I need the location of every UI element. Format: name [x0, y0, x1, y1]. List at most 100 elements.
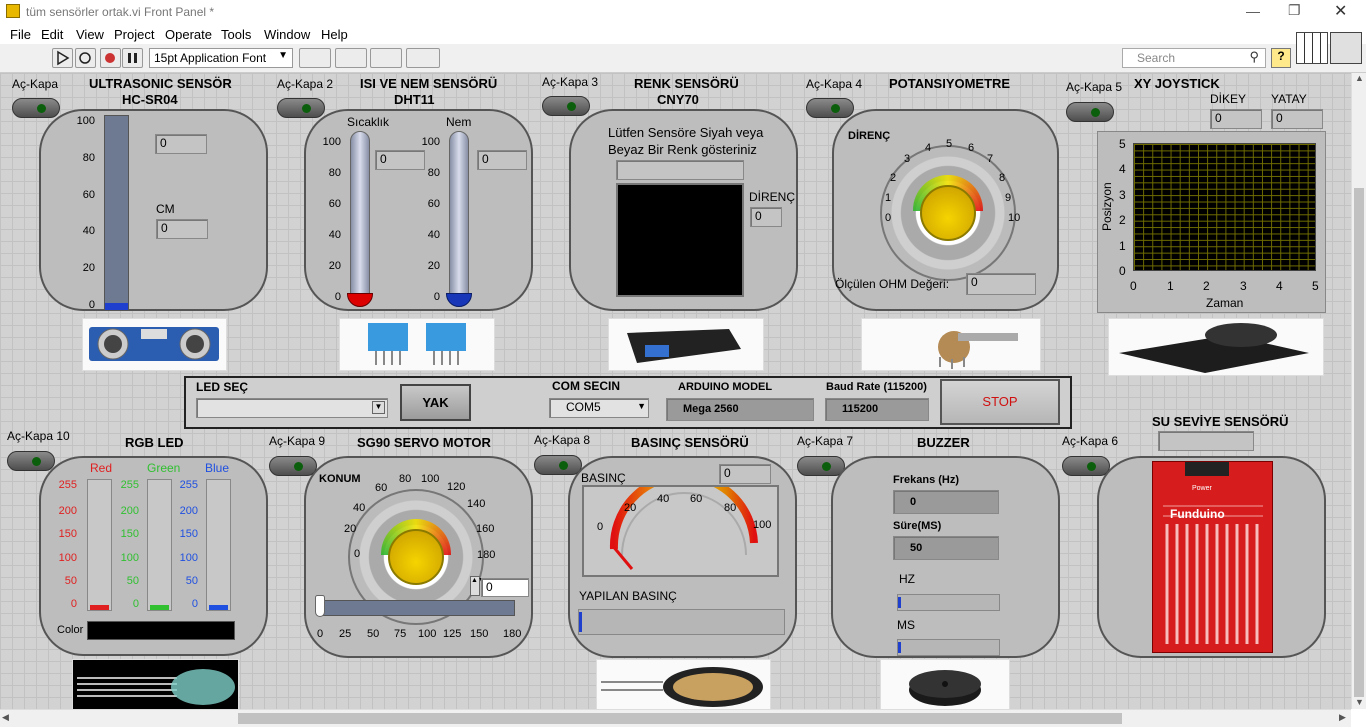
horizontal-scrollbar[interactable]: ◀ ▶	[0, 709, 1351, 727]
search-input[interactable]: Search ⚲	[1122, 48, 1266, 68]
arduino-model-value: Mega 2560	[683, 403, 739, 415]
color-resistance-value: 0	[750, 207, 782, 227]
vertical-scroll-thumb[interactable]	[1354, 188, 1364, 697]
tick-label: 100	[421, 136, 440, 148]
freq-value: 0	[910, 496, 917, 508]
menu-edit[interactable]: Edit	[41, 27, 63, 42]
help-icon[interactable]: ?	[1271, 48, 1291, 68]
abort-icon[interactable]	[100, 48, 121, 68]
vertical-scrollbar[interactable]: ▲ ▼	[1351, 73, 1366, 709]
tick-label: 20	[82, 262, 95, 274]
reorder-icon[interactable]	[406, 48, 440, 68]
joystick-title: XY JOYSTICK	[1134, 76, 1220, 91]
minimize-icon[interactable]: —	[1246, 3, 1260, 19]
horizontal-label: YATAY	[1271, 92, 1307, 106]
run-continuously-icon[interactable]	[75, 48, 96, 68]
chevron-down-icon: ▼	[372, 401, 385, 414]
tick-label: 200	[120, 505, 139, 517]
run-arrow-icon[interactable]	[52, 48, 73, 68]
menu-help[interactable]: Help	[321, 27, 348, 42]
tick-label: 40	[353, 502, 366, 514]
toggle-switch-1[interactable]	[12, 98, 60, 118]
tick-label: 3	[904, 153, 911, 165]
resize-icon[interactable]	[370, 48, 402, 68]
horizontal-scroll-thumb[interactable]	[238, 713, 1122, 724]
tick-label: 125	[443, 628, 462, 640]
toggle-switch-4[interactable]	[806, 98, 854, 118]
menu-tools[interactable]: Tools	[221, 27, 251, 42]
tick-label: 60	[328, 198, 341, 210]
toggle-switch-6[interactable]	[1062, 456, 1110, 476]
servo-position-label: KONUM	[319, 473, 361, 485]
red-slider[interactable]	[87, 479, 112, 611]
menu-file[interactable]: File	[10, 27, 31, 42]
tick-label: 4	[925, 142, 932, 154]
cny70-sensor-image	[608, 318, 764, 371]
green-slider[interactable]	[147, 479, 172, 611]
tick-label: 10	[1008, 212, 1021, 224]
tick-label: 150	[470, 628, 489, 640]
pause-icon[interactable]	[122, 48, 143, 68]
toggle-label: Aç-Kapa 10	[7, 429, 70, 443]
com-select-dropdown[interactable]: COM5 ▼	[549, 398, 649, 418]
close-icon[interactable]: ✕	[1334, 1, 1347, 21]
toggle-switch-5[interactable]	[1066, 102, 1114, 122]
toggle-switch-7[interactable]	[797, 456, 845, 476]
tick-label: 3	[1119, 188, 1126, 202]
hum-label: Nem	[446, 115, 472, 129]
align-icon[interactable]	[299, 48, 331, 68]
tick-label: 0	[885, 212, 892, 224]
toggle-switch-2[interactable]	[277, 98, 325, 118]
tick-label: 50	[64, 575, 77, 587]
color-label: Color	[57, 624, 84, 636]
toggle-switch-3[interactable]	[542, 96, 590, 116]
stop-button[interactable]: STOP	[940, 379, 1060, 425]
baud-numeric[interactable]: 115200	[825, 398, 929, 421]
servo-value[interactable]: 0	[481, 578, 529, 597]
menu-operate[interactable]: Operate	[165, 27, 212, 42]
led-select-dropdown[interactable]: ▼	[196, 398, 388, 418]
yak-button[interactable]: YAK	[400, 384, 471, 421]
scroll-up-icon[interactable]: ▲	[1355, 73, 1364, 83]
restore-icon[interactable]: ❐	[1288, 2, 1301, 19]
joystick-plot-area[interactable]	[1133, 143, 1316, 271]
servo-stepper[interactable]: ▲▼	[470, 576, 485, 596]
toggle-switch-9[interactable]	[269, 456, 317, 476]
freq-numeric[interactable]: 0	[893, 490, 999, 514]
vertical-value: 0	[1210, 109, 1262, 129]
horizontal-value: 0	[1271, 109, 1323, 129]
tick-label: 20	[344, 523, 357, 535]
distribute-icon[interactable]	[335, 48, 367, 68]
toggle-switch-8[interactable]	[534, 455, 582, 475]
color-string-display	[616, 160, 744, 180]
tick-label: 150	[179, 528, 198, 540]
blue-slider[interactable]	[206, 479, 231, 611]
menu-window[interactable]: Window	[264, 27, 310, 42]
tick-label: 40	[328, 229, 341, 241]
pot-knob-dial[interactable]	[880, 145, 1016, 281]
scroll-left-icon[interactable]: ◀	[2, 712, 9, 723]
tick-label: 160	[476, 523, 495, 535]
front-panel: Aç-Kapa Aç-Kapa 2 Aç-Kapa 3 Aç-Kapa 4 Aç…	[0, 73, 1351, 709]
toggle-switch-10[interactable]	[7, 451, 55, 471]
tick-label: 25	[339, 628, 352, 640]
arduino-model-ring[interactable]: Mega 2560	[666, 398, 814, 421]
scroll-down-icon[interactable]: ▼	[1355, 697, 1364, 707]
menu-view[interactable]: View	[76, 27, 104, 42]
scroll-right-icon[interactable]: ▶	[1339, 712, 1346, 723]
tick-label: 2	[890, 172, 897, 184]
tick-label: 255	[58, 479, 77, 491]
tick-label: 2	[1203, 279, 1210, 293]
dht-title: ISI VE NEM SENSÖRÜ	[360, 76, 498, 91]
vertical-label: DİKEY	[1210, 92, 1247, 106]
water-title: SU SEVİYE SENSÖRÜ	[1152, 414, 1289, 429]
servo-slider[interactable]	[315, 595, 515, 617]
vi-icon[interactable]	[1330, 32, 1362, 64]
tick-label: 8	[999, 172, 1006, 184]
duration-numeric[interactable]: 50	[893, 536, 999, 560]
rgb-led-image	[72, 659, 239, 709]
com-select-value: COM5	[566, 400, 601, 414]
font-select[interactable]: 15pt Application Font ▼	[149, 48, 293, 68]
menu-project[interactable]: Project	[114, 27, 154, 42]
connector-pane-icon[interactable]	[1296, 32, 1328, 64]
